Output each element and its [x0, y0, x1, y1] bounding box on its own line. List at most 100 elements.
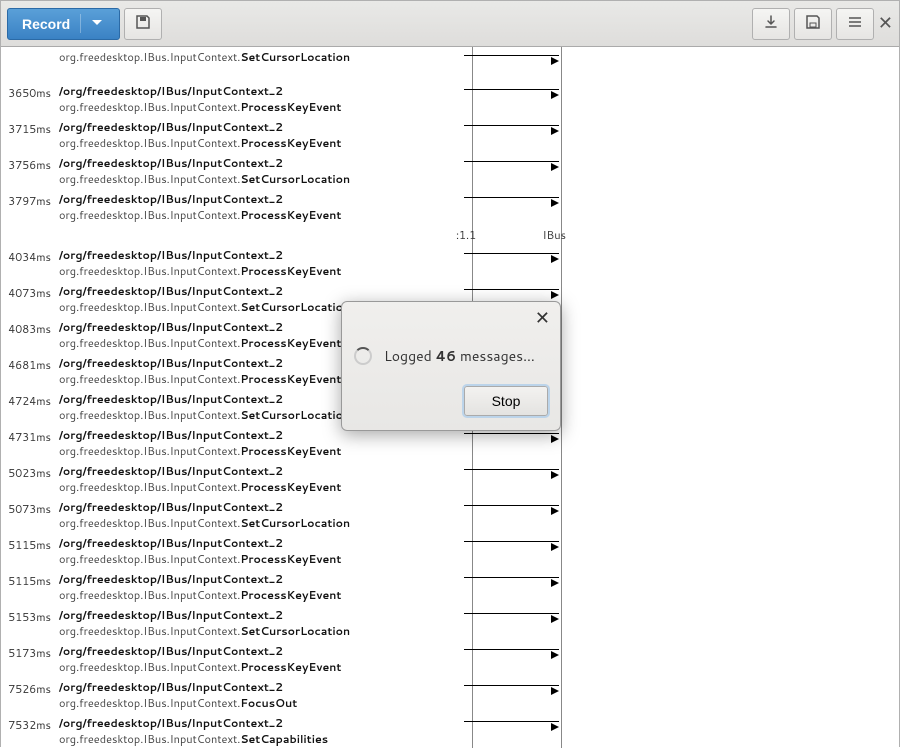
object-path: /org/freedesktop/IBus/InputContext_2 — [59, 643, 464, 659]
record-button-label: Record — [22, 16, 70, 32]
timestamp: 4083ms — [1, 319, 59, 337]
message-arrow — [464, 191, 559, 221]
timestamp: 3715ms — [1, 119, 59, 137]
object-path: /org/freedesktop/IBus/InputContext_2 — [59, 191, 464, 207]
message-arrow — [464, 535, 559, 565]
toolbar: Record ✕ — [1, 1, 899, 47]
log-row[interactable]: 3650ms /org/freedesktop/IBus/InputContex… — [1, 81, 899, 117]
timestamp: 3650ms — [1, 83, 59, 101]
log-row[interactable]: 5153ms /org/freedesktop/IBus/InputContex… — [1, 605, 899, 641]
message-arrow — [464, 643, 559, 673]
interface-method: org.freedesktop.IBus.InputContext.SetCur… — [59, 171, 464, 187]
object-path: /org/freedesktop/IBus/InputContext_2 — [59, 247, 464, 263]
interface-method: org.freedesktop.IBus.InputContext.Proces… — [59, 479, 464, 495]
object-path: /org/freedesktop/IBus/InputContext_2 — [59, 283, 464, 299]
message-arrow — [464, 499, 559, 529]
timestamp: 5073ms — [1, 499, 59, 517]
window-close-button[interactable]: ✕ — [878, 13, 893, 34]
message-arrow — [464, 679, 559, 709]
save-icon — [135, 14, 151, 33]
recording-modal: ✕ Logged 46 messages… Stop — [341, 301, 561, 431]
timestamp: 7532ms — [1, 715, 59, 733]
record-button[interactable]: Record — [7, 8, 120, 40]
interface-method: org.freedesktop.IBus.InputContext.SetCur… — [59, 515, 464, 531]
object-path: /org/freedesktop/IBus/InputContext_2 — [59, 463, 464, 479]
download-button[interactable] — [752, 8, 790, 40]
object-path: /org/freedesktop/IBus/InputContext_2 — [59, 155, 464, 171]
spinner-icon — [354, 347, 372, 365]
interface-method: org.freedesktop.IBus.InputContext.Proces… — [59, 659, 464, 675]
save-button[interactable] — [124, 8, 162, 40]
timestamp: 4731ms — [1, 427, 59, 445]
lane-label-right: IBus — [543, 227, 566, 243]
object-path: /org/freedesktop/IBus/InputContext_2 — [59, 119, 464, 135]
stop-button[interactable]: Stop — [464, 386, 548, 416]
interface-method: org.freedesktop.IBus.InputContext.Proces… — [59, 207, 464, 223]
timestamp: 5023ms — [1, 463, 59, 481]
message-arrow — [464, 83, 559, 113]
interface-method: org.freedesktop.IBus.InputContext.Proces… — [59, 135, 464, 151]
message-arrow — [464, 155, 559, 185]
object-path: /org/freedesktop/IBus/InputContext_2 — [59, 535, 464, 551]
object-path: /org/freedesktop/IBus/InputContext_2 — [59, 499, 464, 515]
timestamp: 4724ms — [1, 391, 59, 409]
log-row[interactable]: org.freedesktop.IBus.InputContext.SetCur… — [1, 47, 899, 81]
floppy-icon — [805, 14, 821, 33]
close-icon: ✕ — [878, 13, 893, 33]
log-row[interactable]: 3715ms /org/freedesktop/IBus/InputContex… — [1, 117, 899, 153]
message-arrow — [464, 427, 559, 457]
close-icon: ✕ — [535, 308, 550, 328]
interface-method: org.freedesktop.IBus.InputContext.SetCap… — [59, 731, 464, 747]
timestamp: 5173ms — [1, 643, 59, 661]
menu-button[interactable] — [836, 8, 874, 40]
timestamp: 4073ms — [1, 283, 59, 301]
timestamp: 5115ms — [1, 571, 59, 589]
interface-method: org.freedesktop.IBus.InputContext.Proces… — [59, 263, 464, 279]
message-arrow — [464, 119, 559, 149]
interface-method: org.freedesktop.IBus.InputContext.FocusO… — [59, 695, 464, 711]
timestamp — [1, 49, 59, 51]
message-arrow — [464, 247, 559, 277]
timestamp: 5153ms — [1, 607, 59, 625]
hamburger-icon — [847, 14, 863, 33]
modal-status-text: Logged 46 messages… — [384, 346, 535, 366]
timestamp: 4681ms — [1, 355, 59, 373]
interface-method: org.freedesktop.IBus.InputContext.SetCur… — [59, 623, 464, 639]
timestamp: 3756ms — [1, 155, 59, 173]
timestamp: 7526ms — [1, 679, 59, 697]
log-row[interactable]: 5115ms /org/freedesktop/IBus/InputContex… — [1, 533, 899, 569]
message-arrow — [464, 715, 559, 745]
object-path: /org/freedesktop/IBus/InputContext_2 — [59, 83, 464, 99]
interface-method: org.freedesktop.IBus.InputContext.Proces… — [59, 443, 464, 459]
interface-method: org.freedesktop.IBus.InputContext.Proces… — [59, 551, 464, 567]
chevron-down-icon — [80, 14, 105, 33]
download-icon — [763, 14, 779, 33]
timestamp: 4034ms — [1, 247, 59, 265]
interface-method: org.freedesktop.IBus.InputContext.Proces… — [59, 587, 464, 603]
log-row[interactable]: 7532ms /org/freedesktop/IBus/InputContex… — [1, 713, 899, 748]
log-row[interactable]: 4034ms /org/freedesktop/IBus/InputContex… — [1, 245, 899, 281]
timestamp: 5115ms — [1, 535, 59, 553]
interface-method: org.freedesktop.IBus.InputContext.Proces… — [59, 99, 464, 115]
log-row[interactable]: 3797ms /org/freedesktop/IBus/InputContex… — [1, 189, 899, 225]
object-path: /org/freedesktop/IBus/InputContext_2 — [59, 715, 464, 731]
log-row[interactable]: 5023ms /org/freedesktop/IBus/InputContex… — [1, 461, 899, 497]
save-as-button[interactable] — [794, 8, 832, 40]
log-row[interactable]: 5173ms /org/freedesktop/IBus/InputContex… — [1, 641, 899, 677]
interface-method: org.freedesktop.IBus.InputContext.SetCur… — [59, 49, 464, 65]
log-row[interactable]: 5115ms /org/freedesktop/IBus/InputContex… — [1, 569, 899, 605]
lane-labels-row: :1.1 IBus — [1, 225, 899, 245]
message-arrow — [464, 49, 559, 79]
message-arrow — [464, 571, 559, 601]
log-row[interactable]: 3756ms /org/freedesktop/IBus/InputContex… — [1, 153, 899, 189]
message-arrow — [464, 607, 559, 637]
log-row[interactable]: 5073ms /org/freedesktop/IBus/InputContex… — [1, 497, 899, 533]
object-path: /org/freedesktop/IBus/InputContext_2 — [59, 607, 464, 623]
message-arrow — [464, 463, 559, 493]
timestamp: 3797ms — [1, 191, 59, 209]
log-row[interactable]: 7526ms /org/freedesktop/IBus/InputContex… — [1, 677, 899, 713]
lane-label-left: :1.1 — [456, 227, 476, 243]
object-path: /org/freedesktop/IBus/InputContext_2 — [59, 571, 464, 587]
modal-close-button[interactable]: ✕ — [535, 308, 550, 329]
object-path: /org/freedesktop/IBus/InputContext_2 — [59, 679, 464, 695]
